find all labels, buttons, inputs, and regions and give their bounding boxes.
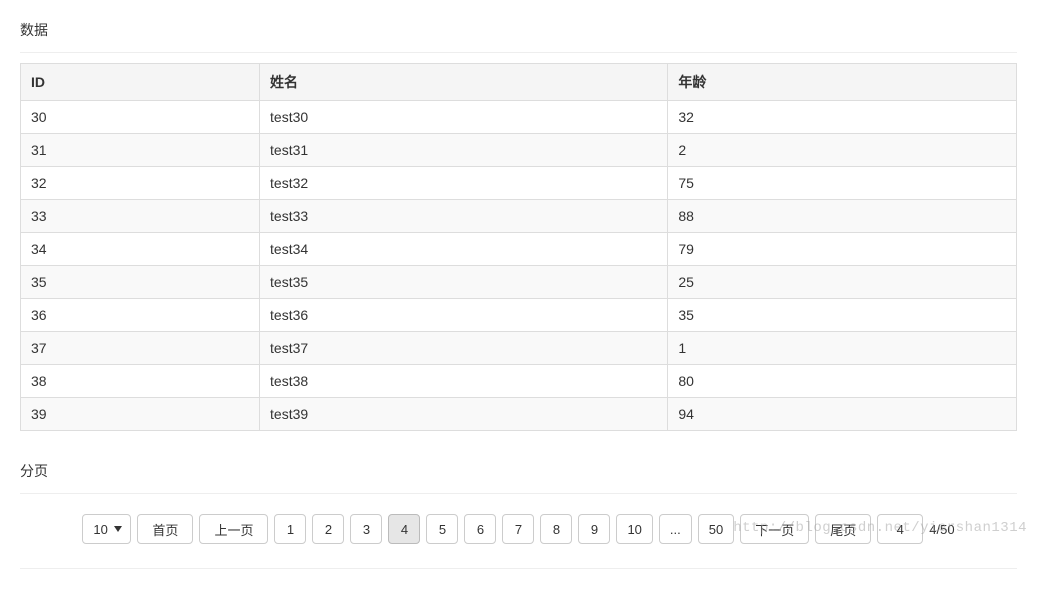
- cell-age: 94: [668, 398, 1017, 431]
- table-row: 35test3525: [21, 266, 1017, 299]
- table-row: 31test312: [21, 134, 1017, 167]
- cell-name: test31: [260, 134, 668, 167]
- cell-name: test30: [260, 101, 668, 134]
- cell-age: 1: [668, 332, 1017, 365]
- page-number-button[interactable]: 5: [426, 514, 458, 544]
- cell-age: 80: [668, 365, 1017, 398]
- cell-age: 35: [668, 299, 1017, 332]
- cell-age: 79: [668, 233, 1017, 266]
- cell-name: test36: [260, 299, 668, 332]
- cell-name: test34: [260, 233, 668, 266]
- table-row: 32test3275: [21, 167, 1017, 200]
- data-table: ID 姓名 年龄 30test3032 31test312 32test3275…: [20, 63, 1017, 431]
- cell-id: 35: [21, 266, 260, 299]
- page-info: 4/50: [929, 522, 954, 537]
- table-row: 36test3635: [21, 299, 1017, 332]
- table-row: 33test3388: [21, 200, 1017, 233]
- cell-age: 75: [668, 167, 1017, 200]
- cell-name: test39: [260, 398, 668, 431]
- page-number-button[interactable]: 10: [616, 514, 652, 544]
- cell-id: 39: [21, 398, 260, 431]
- cell-id: 30: [21, 101, 260, 134]
- table-row: 37test371: [21, 332, 1017, 365]
- page-number-button[interactable]: 7: [502, 514, 534, 544]
- page-number-button[interactable]: 6: [464, 514, 496, 544]
- table-row: 39test3994: [21, 398, 1017, 431]
- header-name: 姓名: [260, 64, 668, 101]
- cell-name: test35: [260, 266, 668, 299]
- cell-age: 25: [668, 266, 1017, 299]
- cell-name: test32: [260, 167, 668, 200]
- cell-name: test33: [260, 200, 668, 233]
- table-row: 34test3479: [21, 233, 1017, 266]
- first-page-button[interactable]: 首页: [137, 514, 193, 544]
- section-title-data: 数据: [20, 20, 1017, 40]
- divider: [20, 493, 1017, 494]
- cell-id: 37: [21, 332, 260, 365]
- divider: [20, 568, 1017, 569]
- cell-name: test37: [260, 332, 668, 365]
- page-number-button[interactable]: 3: [350, 514, 382, 544]
- table-row: 30test3032: [21, 101, 1017, 134]
- pagination: 10 首页 上一页 1 2 3 4 5 6 7 8 9 10 ... 50 下一…: [82, 514, 954, 544]
- cell-id: 32: [21, 167, 260, 200]
- cell-age: 32: [668, 101, 1017, 134]
- page-number-button[interactable]: 9: [578, 514, 610, 544]
- prev-page-button[interactable]: 上一页: [199, 514, 268, 544]
- page-number-button[interactable]: 2: [312, 514, 344, 544]
- last-page-button[interactable]: 尾页: [815, 514, 871, 544]
- page-number-button[interactable]: 1: [274, 514, 306, 544]
- section-title-pagination: 分页: [20, 461, 1017, 481]
- cell-name: test38: [260, 365, 668, 398]
- divider: [20, 52, 1017, 53]
- cell-id: 34: [21, 233, 260, 266]
- cell-id: 33: [21, 200, 260, 233]
- pagination-container: 10 首页 上一页 1 2 3 4 5 6 7 8 9 10 ... 50 下一…: [20, 504, 1017, 554]
- page-number-button-last[interactable]: 50: [698, 514, 734, 544]
- cell-id: 31: [21, 134, 260, 167]
- table-header-row: ID 姓名 年龄: [21, 64, 1017, 101]
- page-input[interactable]: [877, 514, 923, 544]
- next-page-button[interactable]: 下一页: [740, 514, 809, 544]
- cell-id: 36: [21, 299, 260, 332]
- page-ellipsis: ...: [659, 514, 692, 544]
- header-id: ID: [21, 64, 260, 101]
- table-row: 38test3880: [21, 365, 1017, 398]
- page-number-button-current[interactable]: 4: [388, 514, 420, 544]
- header-age: 年龄: [668, 64, 1017, 101]
- cell-age: 2: [668, 134, 1017, 167]
- cell-age: 88: [668, 200, 1017, 233]
- cell-id: 38: [21, 365, 260, 398]
- page-size-select[interactable]: 10: [82, 514, 131, 544]
- page-number-button[interactable]: 8: [540, 514, 572, 544]
